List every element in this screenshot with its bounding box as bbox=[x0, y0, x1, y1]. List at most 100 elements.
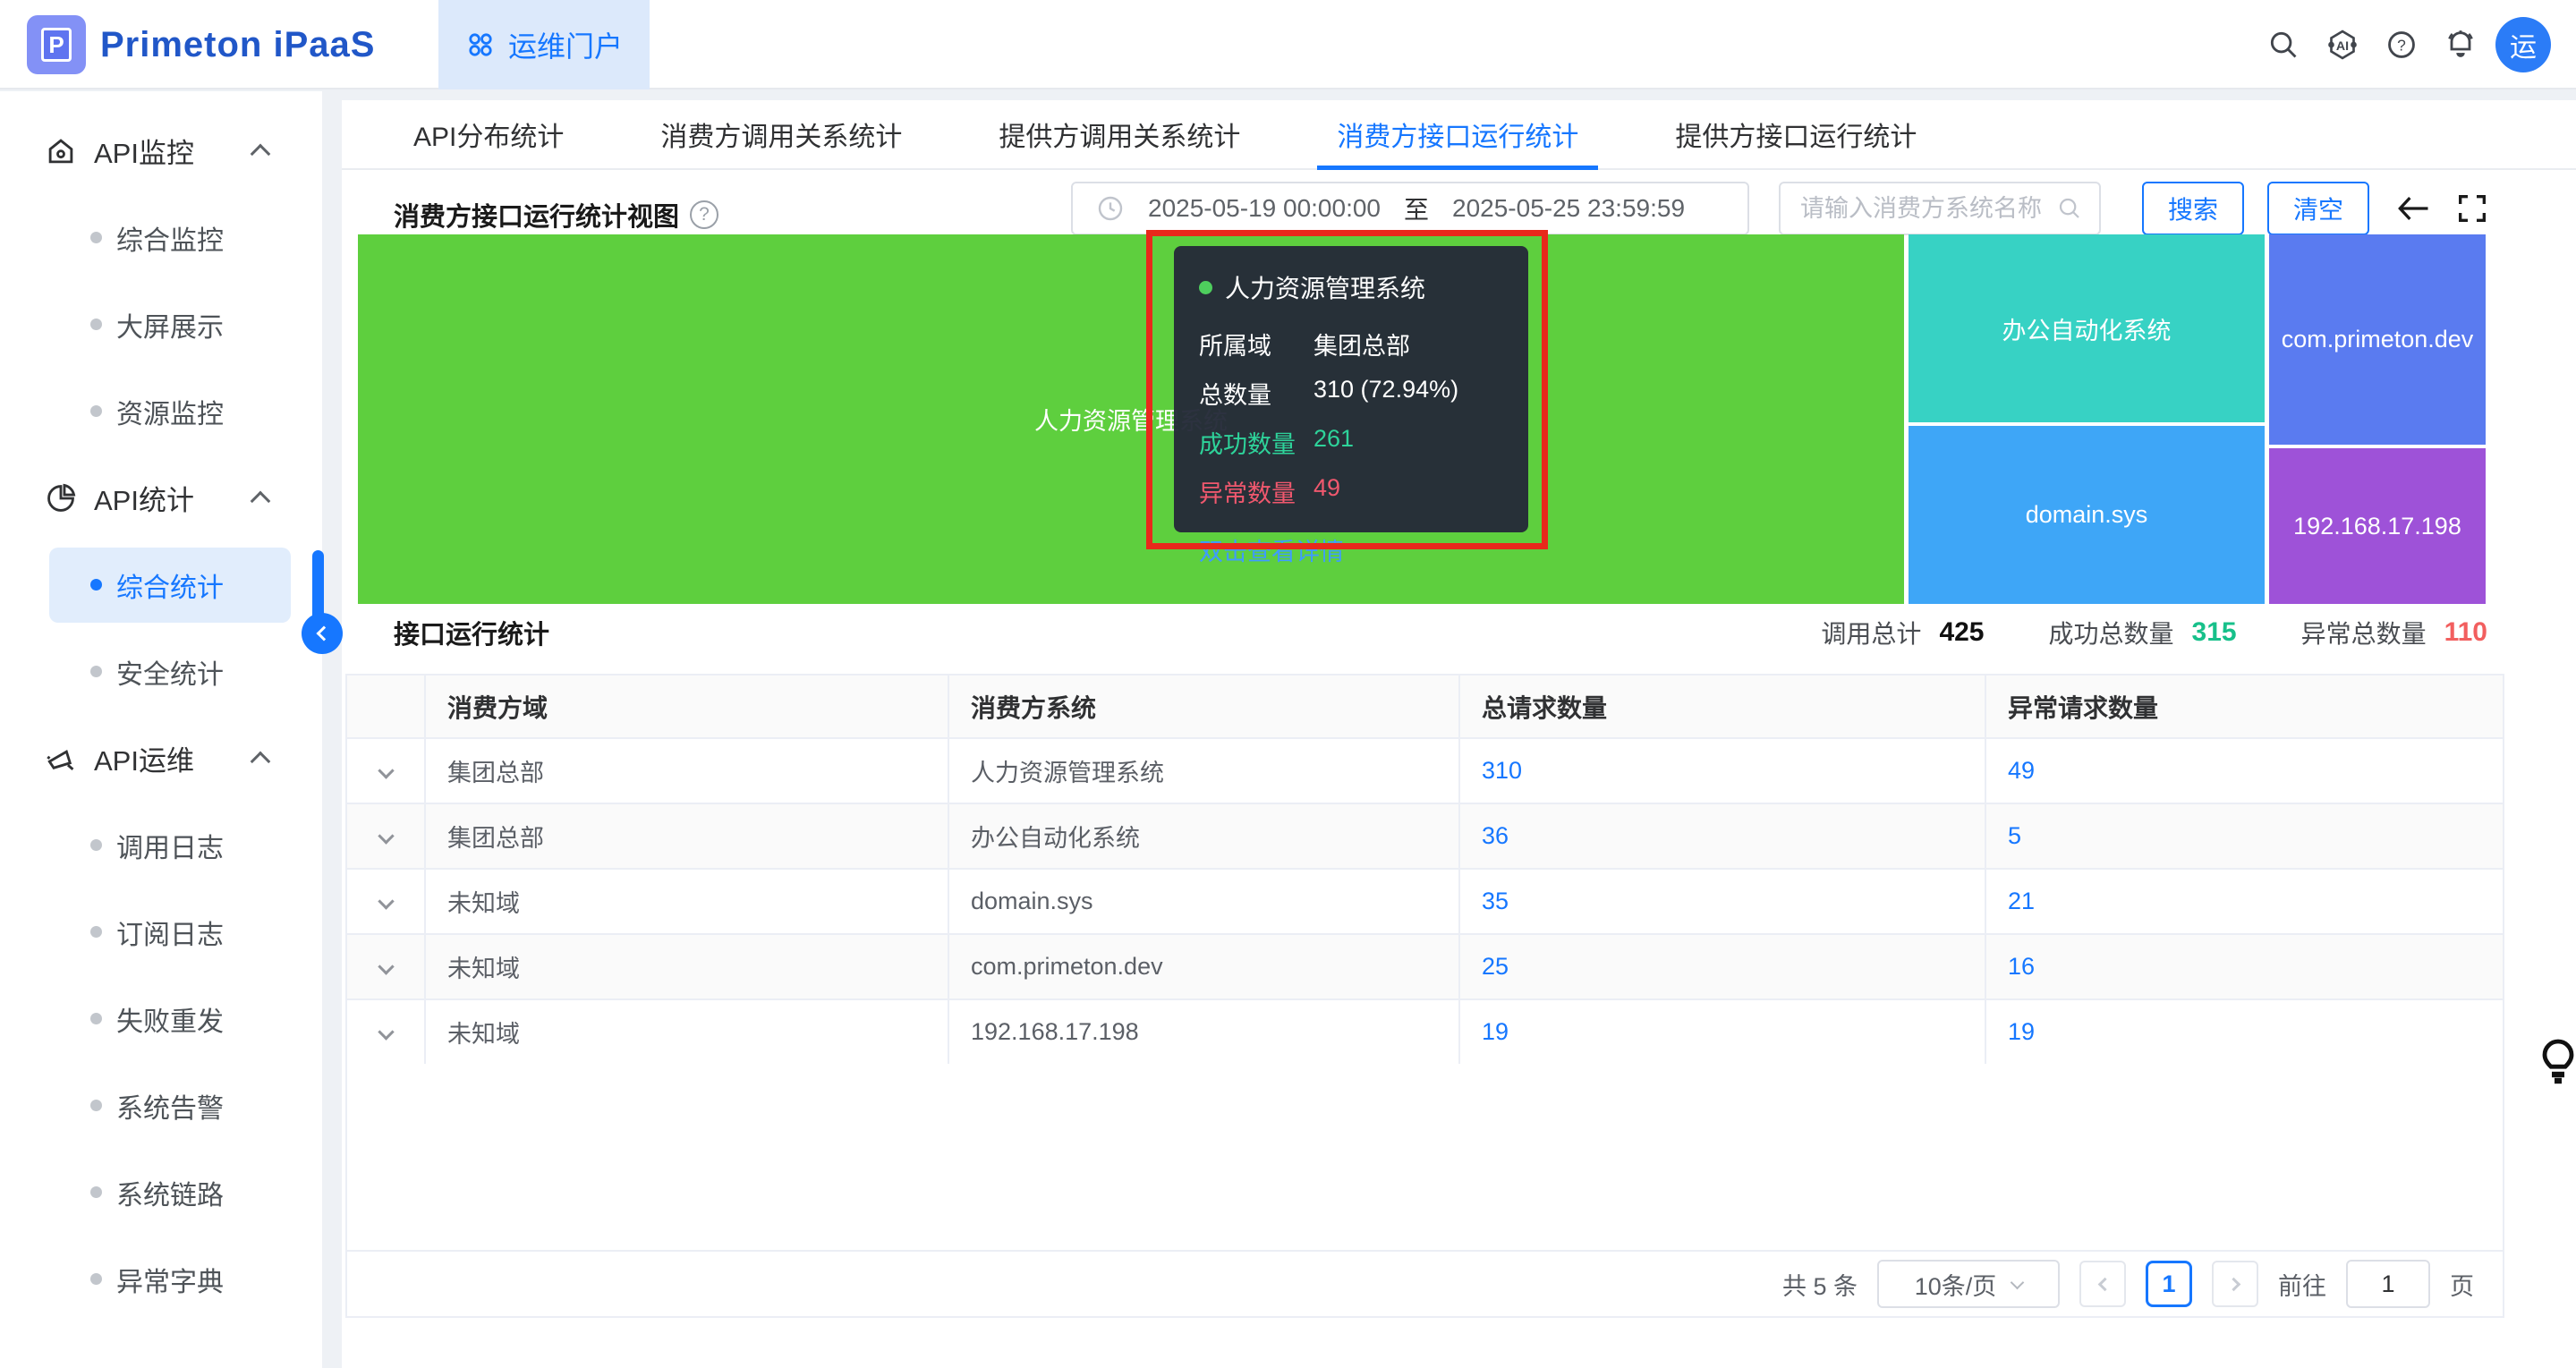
page-size-select[interactable]: 10条/页 bbox=[1877, 1260, 2060, 1308]
svg-text:?: ? bbox=[2397, 36, 2406, 54]
expand-row-icon[interactable] bbox=[378, 958, 394, 974]
tooltip-label-success: 成功数量 bbox=[1199, 425, 1314, 460]
tooltip-value: 310 (72.94%) bbox=[1314, 376, 1458, 411]
sidebar-group-api-stats[interactable]: API统计 bbox=[0, 455, 322, 541]
bullet-icon bbox=[90, 232, 102, 243]
help-circle-icon[interactable]: ? bbox=[690, 200, 718, 229]
tooltip-detail-link[interactable]: 双击查看详情 bbox=[1199, 532, 1503, 567]
bullet-icon bbox=[90, 1186, 102, 1198]
tab-provider-api-run-stats[interactable]: 提供方接口运行统计 bbox=[1655, 100, 1936, 168]
sidebar-item-retry-failed[interactable]: 失败重发 bbox=[0, 975, 322, 1062]
table-row: 未知域 192.168.17.198 19 19 bbox=[347, 998, 2503, 1064]
chevron-left-icon bbox=[317, 626, 332, 642]
bullet-icon bbox=[90, 1013, 102, 1024]
error-requests-link[interactable]: 5 bbox=[2008, 822, 2021, 850]
table-row: 集团总部 人力资源管理系统 310 49 bbox=[347, 737, 2503, 803]
sidebar-item-resource-monitor[interactable]: 资源监控 bbox=[0, 368, 322, 455]
bullet-icon bbox=[90, 926, 102, 938]
error-requests-link[interactable]: 16 bbox=[2008, 953, 2035, 981]
cell-consumer-domain: 集团总部 bbox=[426, 739, 949, 803]
treemap-node-office-system[interactable]: 办公自动化系统 bbox=[1909, 234, 2265, 422]
sidebar-group-api-ops[interactable]: API运维 bbox=[0, 715, 322, 802]
goto-page-input[interactable]: 1 bbox=[2346, 1260, 2430, 1308]
user-avatar[interactable]: 运 bbox=[2495, 17, 2551, 72]
sidebar-item-label: 系统链路 bbox=[116, 1173, 224, 1212]
sidebar-item-monitor-overview[interactable]: 综合监控 bbox=[0, 194, 322, 281]
total-requests-link[interactable]: 25 bbox=[1482, 953, 1509, 981]
prev-page-button[interactable] bbox=[2079, 1261, 2126, 1307]
sidebar-item-label: 大屏展示 bbox=[116, 305, 224, 344]
goto-unit-label: 页 bbox=[2450, 1267, 2474, 1302]
tab-consumer-call-relation[interactable]: 消费方调用关系统计 bbox=[641, 100, 922, 168]
ai-assistant-icon[interactable]: AI bbox=[2313, 15, 2372, 74]
sidebar-item-big-screen[interactable]: 大屏展示 bbox=[0, 281, 322, 368]
sidebar-item-system-links[interactable]: 系统链路 bbox=[0, 1149, 322, 1236]
table-section-title: 接口运行统计 bbox=[394, 608, 549, 657]
sidebar-item-subscription-logs[interactable]: 订阅日志 bbox=[0, 888, 322, 975]
cell-consumer-system: com.primeton.dev bbox=[949, 935, 1460, 998]
sidebar-item-label: 系统告警 bbox=[116, 1086, 224, 1126]
chevron-right-icon bbox=[2226, 1277, 2240, 1291]
top-bar: P Primeton iPaaS 运维门户 AI bbox=[0, 0, 2576, 89]
fullscreen-icon[interactable] bbox=[2450, 186, 2495, 231]
sidebar-item-system-alerts[interactable]: 系统告警 bbox=[0, 1062, 322, 1149]
cell-consumer-system: 192.168.17.198 bbox=[949, 1000, 1460, 1064]
apps-grid-icon bbox=[465, 30, 496, 60]
col-consumer-system: 消费方系统 bbox=[949, 676, 1460, 737]
cell-consumer-domain: 未知域 bbox=[426, 935, 949, 998]
cell-consumer-domain: 集团总部 bbox=[426, 804, 949, 868]
next-page-button[interactable] bbox=[2212, 1261, 2258, 1307]
tab-provider-call-relation[interactable]: 提供方调用关系统计 bbox=[979, 100, 1260, 168]
sidebar-group-api-monitor[interactable]: API监控 bbox=[0, 107, 322, 194]
sidebar-item-label: 调用日志 bbox=[116, 826, 224, 865]
stat-tabs: API分布统计 消费方调用关系统计 提供方调用关系统计 消费方接口运行统计 提供… bbox=[342, 100, 2576, 170]
search-icon[interactable] bbox=[2254, 15, 2313, 74]
chevron-up-icon bbox=[251, 491, 271, 512]
treemap-node-ip-address[interactable]: 192.168.17.198 bbox=[2269, 448, 2486, 604]
search-input[interactable] bbox=[1800, 195, 2056, 223]
tab-api-distribution[interactable]: API分布统计 bbox=[394, 100, 583, 168]
error-requests-link[interactable]: 19 bbox=[2008, 1018, 2035, 1046]
expand-row-icon[interactable] bbox=[378, 893, 394, 909]
bullet-icon bbox=[90, 579, 102, 591]
chevron-up-icon bbox=[251, 752, 271, 772]
sidebar-item-stats-overview[interactable]: 综合统计 bbox=[0, 541, 322, 628]
total-requests-link[interactable]: 310 bbox=[1482, 757, 1522, 785]
tooltip-label-error: 异常数量 bbox=[1199, 474, 1314, 509]
tab-consumer-api-run-stats[interactable]: 消费方接口运行统计 bbox=[1317, 100, 1598, 168]
treemap-node-hr-system[interactable]: 人力资源管理系统 bbox=[358, 234, 1904, 604]
total-requests-link[interactable]: 19 bbox=[1482, 1018, 1509, 1046]
sidebar-item-call-logs[interactable]: 调用日志 bbox=[0, 802, 322, 888]
stat-error-label: 异常总数量 bbox=[2301, 615, 2427, 650]
help-icon[interactable]: ? bbox=[2372, 15, 2431, 74]
brand-title: Primeton iPaaS bbox=[100, 0, 375, 89]
clear-button[interactable]: 清空 bbox=[2267, 182, 2369, 235]
table-header-row: 消费方域 消费方系统 总请求数量 异常请求数量 bbox=[347, 676, 2503, 737]
bullet-icon bbox=[90, 1273, 102, 1285]
clock-icon bbox=[1096, 194, 1125, 223]
table-row: 集团总部 办公自动化系统 36 5 bbox=[347, 803, 2503, 868]
search-button[interactable]: 搜索 bbox=[2142, 182, 2244, 235]
sidebar-group-label: API监控 bbox=[94, 131, 194, 171]
total-requests-link[interactable]: 36 bbox=[1482, 822, 1509, 850]
date-separator: 至 bbox=[1404, 191, 1429, 226]
portal-tab-label: 运维门户 bbox=[508, 24, 623, 65]
expand-row-icon[interactable] bbox=[378, 762, 394, 778]
portal-tab[interactable]: 运维门户 bbox=[438, 0, 650, 89]
error-requests-link[interactable]: 21 bbox=[2008, 888, 2035, 915]
back-arrow-button[interactable] bbox=[2391, 186, 2436, 231]
sidebar-item-exception-dict[interactable]: 异常字典 bbox=[0, 1236, 322, 1322]
error-requests-link[interactable]: 49 bbox=[2008, 757, 2035, 785]
lightbulb-tip-icon[interactable] bbox=[2536, 1036, 2576, 1086]
date-range-picker[interactable]: 2025-05-19 00:00:00 至 2025-05-25 23:59:5… bbox=[1071, 182, 1749, 235]
sidebar-item-security-stats[interactable]: 安全统计 bbox=[0, 628, 322, 715]
current-page-button[interactable]: 1 bbox=[2146, 1261, 2192, 1307]
treemap-node-primeton-dev[interactable]: com.primeton.dev bbox=[2269, 234, 2486, 445]
expand-row-icon[interactable] bbox=[378, 1024, 394, 1040]
notification-bell-icon[interactable] bbox=[2431, 15, 2490, 74]
total-requests-link[interactable]: 35 bbox=[1482, 888, 1509, 915]
expand-row-icon[interactable] bbox=[378, 828, 394, 844]
consumer-system-search bbox=[1779, 182, 2101, 235]
sidebar-collapse-button[interactable] bbox=[302, 613, 343, 654]
treemap-node-domain-sys[interactable]: domain.sys bbox=[1909, 426, 2265, 604]
